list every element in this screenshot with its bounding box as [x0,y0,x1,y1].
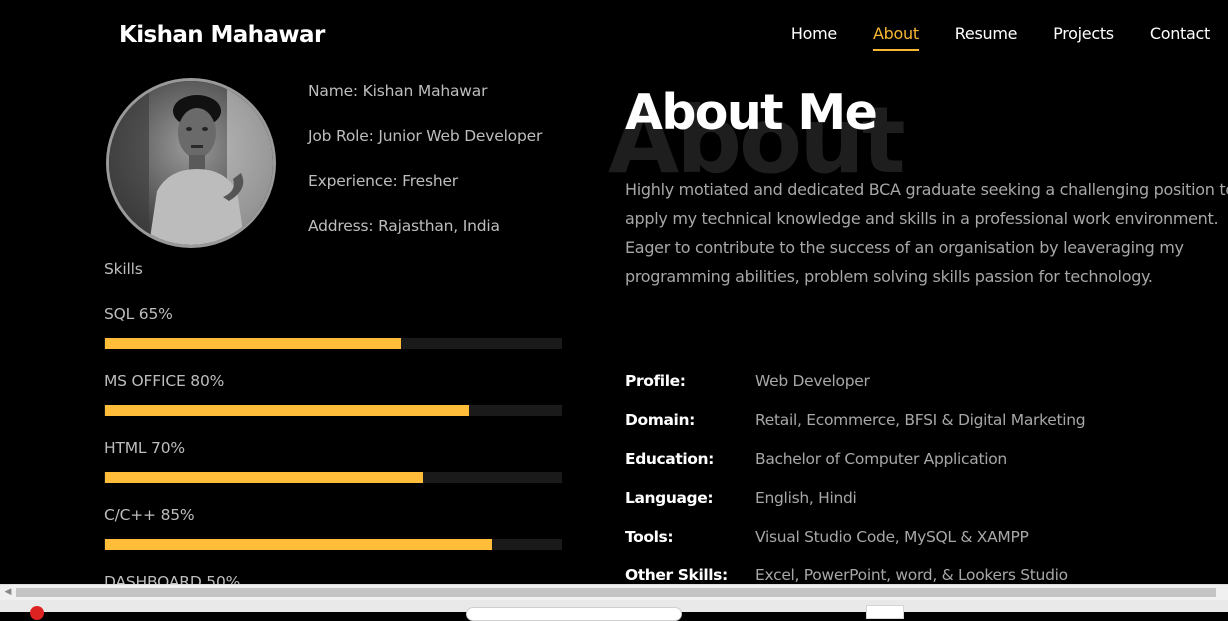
page: Kishan Mahawar Home About Resume Project… [0,0,1228,584]
profile-experience: Experience: Fresher [308,172,458,190]
browser-status-bar [0,600,1228,621]
scrollbar-thumb[interactable] [16,588,1216,597]
skill-item: DASHBOARD 50% [104,572,562,584]
skill-progress-track [104,405,562,416]
profile-address: Address: Rajasthan, India [308,217,500,235]
detail-value: Web Developer [755,372,870,391]
nav-home[interactable]: Home [791,24,837,49]
skill-progress-fill [105,405,469,416]
detail-row: Domain: Retail, Ecommerce, BFSI & Digita… [625,401,1086,440]
detail-row: Profile: Web Developer [625,362,1085,401]
profile-avatar [106,78,276,248]
skill-item: C/C++ 85% [104,505,562,572]
nav-resume[interactable]: Resume [955,24,1018,49]
skill-progress-fill [105,539,492,550]
about-heading: About Me [625,84,878,141]
skill-label: SQL 65% [104,305,173,323]
nav-about[interactable]: About [872,24,919,51]
site-logo[interactable]: Kishan Mahawar [119,22,325,48]
skill-item: SQL 65% [104,304,562,371]
skill-progress-fill [105,338,401,349]
detail-key: Domain: [625,411,695,430]
profile-job-role: Job Role: Junior Web Developer [308,127,543,145]
skill-label: C/C++ 85% [104,506,195,524]
profile-name: Name: Kishan Mahawar [308,82,488,100]
detail-value: Excel, PowerPoint, word, & Lookers Studi… [755,566,1068,584]
detail-value: Visual Studio Code, MySQL & XAMPP [755,527,1029,546]
detail-value: Retail, Ecommerce, BFSI & Digital Market… [755,411,1086,430]
detail-key: Other Skills: [625,566,728,584]
nav-contact[interactable]: Contact [1150,24,1210,49]
detail-row: Tools: Visual Studio Code, MySQL & XAMPP [625,517,1085,556]
detail-key: Tools: [625,527,674,546]
profile-info: Name: Kishan Mahawar Job Role: Junior We… [308,80,542,260]
detail-key: Language: [625,488,714,507]
profile-photo [109,81,273,245]
skill-label: DASHBOARD 50% [104,573,241,584]
detail-key: Profile: [625,372,686,391]
main-nav: Home About Resume Projects Contact [755,24,1210,51]
detail-key: Education: [625,449,714,468]
skills-list: SQL 65% MS OFFICE 80% HTML 70% C/C++ 85%… [104,304,562,584]
skill-progress-track [104,539,562,550]
skill-item: MS OFFICE 80% [104,371,562,438]
nav-projects[interactable]: Projects [1053,24,1114,49]
skill-progress-fill [105,472,424,483]
detail-row: Other Skills: Excel, PowerPoint, word, &… [625,556,1085,584]
skills-heading: Skills [104,260,143,278]
skill-item: HTML 70% [104,438,562,505]
status-search-field[interactable] [466,607,682,621]
skill-progress-track [104,472,562,483]
detail-value: Bachelor of Computer Application [755,449,1007,468]
about-description: Highly motiated and dedicated BCA gradua… [625,180,1228,286]
detail-value: English, Hindi [755,488,857,507]
detail-row: Language: English, Hindi [625,478,1085,517]
detail-row: Education: Bachelor of Computer Applicat… [625,440,1085,479]
chevron-left-icon[interactable]: ◀ [2,586,14,599]
skill-progress-track [104,338,562,349]
skill-label: HTML 70% [104,439,185,457]
horizontal-scrollbar[interactable]: ◀ [0,584,1228,600]
alert-icon[interactable] [30,606,44,620]
about-details: Profile: Web Developer Domain: Retail, E… [625,362,1086,584]
skill-label: MS OFFICE 80% [104,372,225,390]
status-button[interactable] [866,605,904,619]
